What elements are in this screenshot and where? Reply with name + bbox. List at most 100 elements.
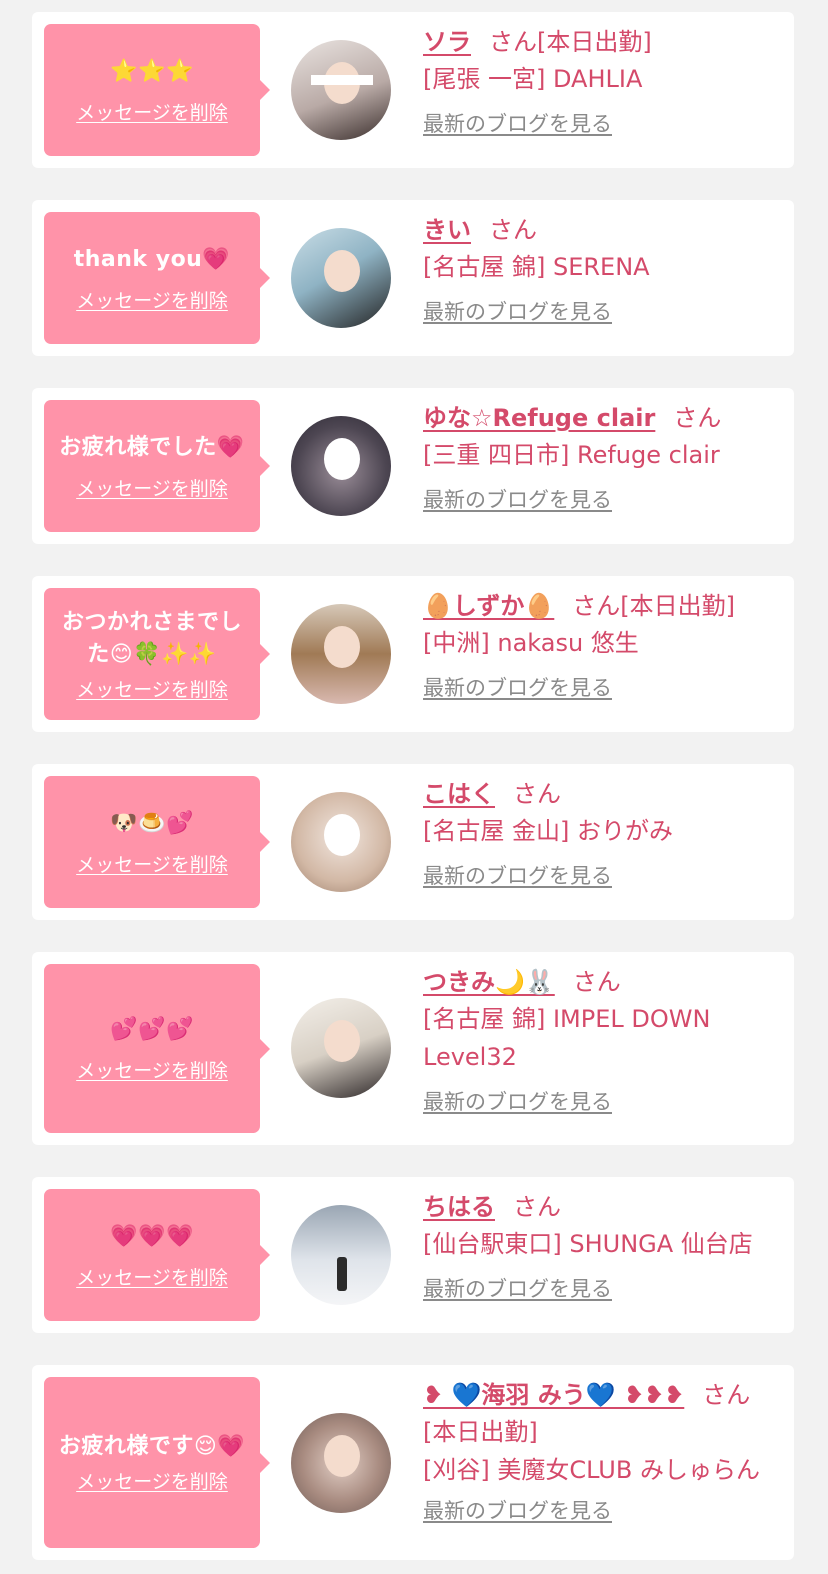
latest-blog-link[interactable]: 最新のブログを見る <box>423 672 612 702</box>
avatar[interactable] <box>291 228 391 328</box>
cast-name-link[interactable]: 🥚しずか🥚 <box>423 592 554 620</box>
cast-name-line: こはく さん <box>423 776 782 812</box>
avatar-face <box>324 626 360 668</box>
honorific: さん <box>673 404 722 432</box>
avatar[interactable] <box>291 604 391 704</box>
message-text: おつかれさまでした😊🍀✨✨ <box>61 609 242 667</box>
cast-name-line: ❥ 💙海羽 みう💙 ❥❥❥ さん <box>423 1377 782 1413</box>
cast-name-line: ちはる さん <box>423 1189 782 1225</box>
message-card: お疲れ様でした💗 メッセージを削除 ゆな☆Refuge clair さん [三重 … <box>32 388 794 544</box>
message-bubble: 🐶🍮💕 メッセージを削除 <box>44 776 270 908</box>
shop-line: [名古屋 錦] IMPEL DOWN <box>423 1005 711 1033</box>
message-card: 🐶🍮💕 メッセージを削除 こはく さん [名古屋 金山] おりがみ 最新のブログを… <box>32 764 794 920</box>
message-list: ⭐⭐⭐ メッセージを削除 ソラ さん[本日出勤] [尾張 一宮] DAHLIA 最… <box>0 0 828 1574</box>
cast-name-line: ソラ さん[本日出勤] <box>423 24 782 60</box>
cast-info: ちはる さん [仙台駅東口] SHUNGA 仙台店 最新のブログを見る <box>423 1189 782 1303</box>
cast-name-link[interactable]: つきみ🌙🐰 <box>423 968 555 996</box>
message-card: ⭐⭐⭐ メッセージを削除 ソラ さん[本日出勤] [尾張 一宮] DAHLIA 最… <box>32 12 794 168</box>
delete-message-button[interactable]: メッセージを削除 <box>76 675 228 702</box>
cast-name-link[interactable]: ソラ <box>423 28 471 56</box>
shop-line: [本日出勤] <box>423 1418 538 1446</box>
shop-line: [三重 四日市] Refuge clair <box>423 441 720 469</box>
avatar[interactable] <box>291 416 391 516</box>
shop-line: [仙台駅東口] SHUNGA 仙台店 <box>423 1230 753 1258</box>
shop-line: [刈谷] 美魔女CLUB みしゅらん <box>423 1456 760 1484</box>
message-text: お疲れ様でした💗 <box>59 434 245 460</box>
latest-blog-link[interactable]: 最新のブログを見る <box>423 108 612 138</box>
honorific: さん <box>489 216 537 244</box>
avatar-eye-mask <box>311 75 373 85</box>
honorific: さん <box>513 1193 561 1221</box>
cast-name-line: 🥚しずか🥚 さん[本日出勤] <box>423 588 782 624</box>
avatar-face <box>324 1020 360 1062</box>
shop-line: [尾張 一宮] DAHLIA <box>423 65 643 93</box>
message-bubble: 💕💕💕 メッセージを削除 <box>44 964 270 1133</box>
cast-info: こはく さん [名古屋 金山] おりがみ 最新のブログを見る <box>423 776 782 890</box>
latest-blog-link[interactable]: 最新のブログを見る <box>423 860 612 890</box>
cast-info: 🥚しずか🥚 さん[本日出勤] [中洲] nakasu 悠生 最新のブログを見る <box>423 588 782 702</box>
latest-blog-link[interactable]: 最新のブログを見る <box>423 1086 612 1116</box>
shop-line: Level32 <box>423 1043 517 1071</box>
latest-blog-link[interactable]: 最新のブログを見る <box>423 484 612 514</box>
shop-line: [名古屋 錦] SERENA <box>423 253 650 281</box>
cast-name-link[interactable]: ゆな☆Refuge clair <box>423 404 655 432</box>
avatar[interactable] <box>291 1413 391 1513</box>
message-card: 💕💕💕 メッセージを削除 つきみ🌙🐰 さん [名古屋 錦] IMPEL DOWN … <box>32 952 794 1145</box>
cast-name-line: つきみ🌙🐰 さん <box>423 964 782 1000</box>
cast-info: つきみ🌙🐰 さん [名古屋 錦] IMPEL DOWN Level32 最新のブロ… <box>423 964 782 1116</box>
avatar[interactable] <box>291 1205 391 1305</box>
cast-info: ❥ 💙海羽 みう💙 ❥❥❥ さん [本日出勤] [刈谷] 美魔女CLUB みしゅら… <box>423 1377 782 1525</box>
message-card: 💗💗💗 メッセージを削除 ちはる さん [仙台駅東口] SHUNGA 仙台店 最新… <box>32 1177 794 1333</box>
message-bubble: おつかれさまでした😊🍀✨✨ メッセージを削除 <box>44 588 270 720</box>
message-bubble: 💗💗💗 メッセージを削除 <box>44 1189 270 1321</box>
avatar[interactable] <box>291 40 391 140</box>
latest-blog-link[interactable]: 最新のブログを見る <box>423 1273 612 1303</box>
status-badge: [本日出勤] <box>537 28 652 56</box>
shop-line: [名古屋 金山] おりがみ <box>423 817 673 845</box>
cast-name-line: ゆな☆Refuge clair さん <box>423 400 782 436</box>
delete-message-button[interactable]: メッセージを削除 <box>76 1056 228 1083</box>
delete-message-button[interactable]: メッセージを削除 <box>76 1263 228 1290</box>
message-text: ⭐⭐⭐ <box>110 58 194 84</box>
message-card: お疲れ様です😌💗 メッセージを削除 ❥ 💙海羽 みう💙 ❥❥❥ さん [本日出勤]… <box>32 1365 794 1560</box>
honorific: さん <box>572 968 621 996</box>
honorific: さん <box>513 780 561 808</box>
honorific: さん <box>572 592 621 620</box>
avatar-face <box>324 438 360 480</box>
cast-info: ゆな☆Refuge clair さん [三重 四日市] Refuge clair … <box>423 400 782 514</box>
message-text: 💗💗💗 <box>110 1223 194 1249</box>
avatar-face <box>324 1435 360 1477</box>
message-bubble: thank you💗 メッセージを削除 <box>44 212 270 344</box>
cast-name-line: きい さん <box>423 212 782 248</box>
cast-name-link[interactable]: きい <box>423 216 471 244</box>
message-text: 🐶🍮💕 <box>110 810 194 836</box>
honorific: さん <box>489 28 537 56</box>
message-bubble: お疲れ様です😌💗 メッセージを削除 <box>44 1377 270 1548</box>
cast-name-link[interactable]: こはく <box>423 780 495 808</box>
cast-info: ソラ さん[本日出勤] [尾張 一宮] DAHLIA 最新のブログを見る <box>423 24 782 138</box>
cast-name-link[interactable]: ちはる <box>423 1193 495 1221</box>
avatar-face <box>337 1257 347 1291</box>
message-bubble: お疲れ様でした💗 メッセージを削除 <box>44 400 270 532</box>
cast-info: きい さん [名古屋 錦] SERENA 最新のブログを見る <box>423 212 782 326</box>
avatar[interactable] <box>291 998 391 1098</box>
message-text: お疲れ様です😌💗 <box>58 1434 246 1459</box>
avatar-face <box>324 814 360 856</box>
status-badge: [本日出勤] <box>620 592 736 620</box>
message-text: thank you💗 <box>73 246 231 272</box>
shop-line: [中洲] nakasu 悠生 <box>423 629 639 657</box>
message-text: 💕💕💕 <box>110 1017 194 1042</box>
delete-message-button[interactable]: メッセージを削除 <box>76 1467 228 1494</box>
delete-message-button[interactable]: メッセージを削除 <box>76 850 228 877</box>
latest-blog-link[interactable]: 最新のブログを見る <box>423 296 612 326</box>
cast-name-link[interactable]: ❥ 💙海羽 みう💙 ❥❥❥ <box>423 1381 684 1409</box>
delete-message-button[interactable]: メッセージを削除 <box>76 474 228 501</box>
honorific: さん <box>702 1381 751 1409</box>
message-bubble: ⭐⭐⭐ メッセージを削除 <box>44 24 270 156</box>
latest-blog-link[interactable]: 最新のブログを見る <box>423 1495 612 1525</box>
delete-message-button[interactable]: メッセージを削除 <box>76 286 228 313</box>
message-card: thank you💗 メッセージを削除 きい さん [名古屋 錦] SERENA … <box>32 200 794 356</box>
avatar-face <box>324 250 360 292</box>
delete-message-button[interactable]: メッセージを削除 <box>76 98 228 125</box>
avatar[interactable] <box>291 792 391 892</box>
